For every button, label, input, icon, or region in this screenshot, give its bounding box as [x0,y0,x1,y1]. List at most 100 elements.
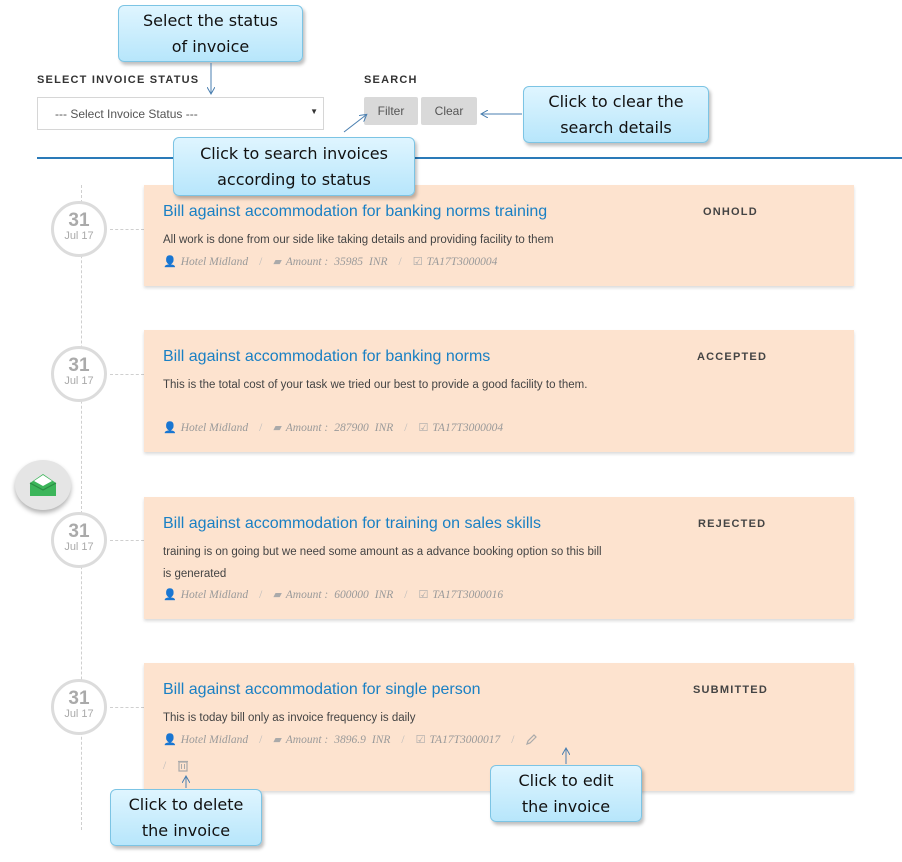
amount-label: Amount : [285,588,329,601]
user-icon: 👤 [163,588,177,601]
callout-line: Click to clear the [548,91,684,111]
invoice-status: REJECTED [698,518,767,530]
invoice-description: This is today bill only as invoice frequ… [163,712,416,724]
user-icon: 👤 [163,421,177,434]
invoice-status: ONHOLD [703,206,758,218]
timeline-connector [110,707,144,708]
invoice-card: Bill against accommodation for banking n… [144,330,854,452]
callout-line: the invoice [141,820,231,840]
amount-label: Amount : [285,255,329,268]
pencil-icon[interactable] [525,733,538,746]
date-day: 31 [68,355,90,376]
invoice-status: SUBMITTED [693,684,768,696]
meta-separator: / [511,733,515,746]
callout-line: Click to edit [518,770,614,790]
callout-line: Select the status [143,10,278,30]
invoice-meta: 👤 Hotel Midland / ▰ Amount : 287900 INR … [163,421,503,434]
checkbox-icon: ☑ [418,588,429,601]
date-badge: 31 Jul 17 [51,512,107,568]
meta-separator: / [398,255,402,268]
invoice-amount: 600000 [334,588,369,601]
status-filter-label: SELECT INVOICE STATUS [37,74,200,86]
user-icon: 👤 [163,255,177,268]
timeline-connector [110,540,144,541]
meta-separator: / [259,421,263,434]
date-day: 31 [68,210,90,231]
invoice-ref: TA17T3000016 [432,588,504,601]
invoice-status: ACCEPTED [697,351,768,363]
meta-separator: / [259,733,263,746]
invoice-currency: INR [374,421,394,434]
invoice-ref: TA17T3000004 [426,255,498,268]
callout-line: the invoice [521,796,611,816]
callout-edit: Click to edit the invoice [490,765,642,822]
date-month: Jul 17 [64,541,94,553]
invoice-meta: 👤 Hotel Midland / ▰ Amount : 35985 INR /… [163,255,497,268]
checkbox-icon: ☑ [415,733,426,746]
date-badge: 31 Jul 17 [51,346,107,402]
callout-clear: Click to clear the search details [523,86,709,143]
invoice-status-select-value: --- Select Invoice Status --- [55,107,198,121]
invoice-title[interactable]: Bill against accommodation for banking n… [163,348,490,366]
trash-icon[interactable] [177,759,189,772]
invoice-currency: INR [374,588,394,601]
date-day: 31 [68,521,90,542]
user-icon: 👤 [163,733,177,746]
invoice-description: This is the total cost of your task we t… [163,379,588,391]
callout-select-status: Select the status of invoice [118,5,303,62]
mail-button[interactable] [15,460,71,510]
folder-icon: ▰ [273,255,282,268]
callout-search: Click to search invoices according to st… [173,137,415,196]
date-badge: 31 Jul 17 [51,201,107,257]
invoice-title[interactable]: Bill against accommodation for single pe… [163,681,481,699]
date-day: 31 [68,688,90,709]
folder-icon: ▰ [273,421,282,434]
clear-button[interactable]: Clear [421,97,477,125]
checkbox-icon: ☑ [418,421,429,434]
folder-icon: ▰ [273,588,282,601]
callout-line: according to status [217,169,371,189]
date-month: Jul 17 [64,230,94,242]
invoice-card: Bill against accommodation for banking n… [144,185,854,286]
invoice-currency: INR [369,255,388,268]
date-badge: 31 Jul 17 [51,679,107,735]
meta-separator: / [259,255,263,268]
date-month: Jul 17 [64,708,94,720]
timeline-connector [110,229,144,230]
arrow-to-filter [343,115,366,133]
invoice-currency: INR [371,733,391,746]
invoice-description: training is on going but we need some am… [163,546,602,580]
invoice-title[interactable]: Bill against accommodation for training … [163,515,541,533]
invoice-description: All work is done from our side like taki… [163,234,554,246]
invoice-hotel: Hotel Midland [180,588,249,601]
envelope-icon [29,473,57,497]
invoice-hotel: Hotel Midland [180,421,249,434]
invoice-hotel: Hotel Midland [180,255,249,268]
chevron-down-icon: ▼ [310,107,318,116]
callout-line: Click to search invoices [200,143,388,163]
callout-delete: Click to delete the invoice [110,789,262,846]
invoice-amount: 35985 [334,255,364,268]
invoice-card: Bill against accommodation for training … [144,497,854,619]
date-month: Jul 17 [64,375,94,387]
checkbox-icon: ☑ [412,255,423,268]
invoice-meta-row2: / [163,759,189,772]
invoice-ref: TA17T3000004 [432,421,504,434]
callout-line: of invoice [171,36,250,56]
filter-button[interactable]: Filter [364,97,418,125]
invoice-meta: 👤 Hotel Midland / ▰ Amount : 3896.9 INR … [163,733,538,746]
invoice-amount: 287900 [334,421,369,434]
folder-icon: ▰ [273,733,282,746]
amount-label: Amount : [285,733,329,746]
meta-separator: / [401,733,405,746]
invoice-meta: 👤 Hotel Midland / ▰ Amount : 600000 INR … [163,588,503,601]
invoice-amount: 3896.9 [334,733,366,746]
callout-line: search details [560,117,672,137]
search-label: SEARCH [364,74,418,86]
callout-line: Click to delete [128,794,244,814]
invoice-hotel: Hotel Midland [180,733,249,746]
invoice-status-select[interactable]: --- Select Invoice Status --- ▼ [37,97,324,130]
invoice-title[interactable]: Bill against accommodation for banking n… [163,203,547,221]
amount-label: Amount : [285,421,329,434]
timeline-connector [110,374,144,375]
